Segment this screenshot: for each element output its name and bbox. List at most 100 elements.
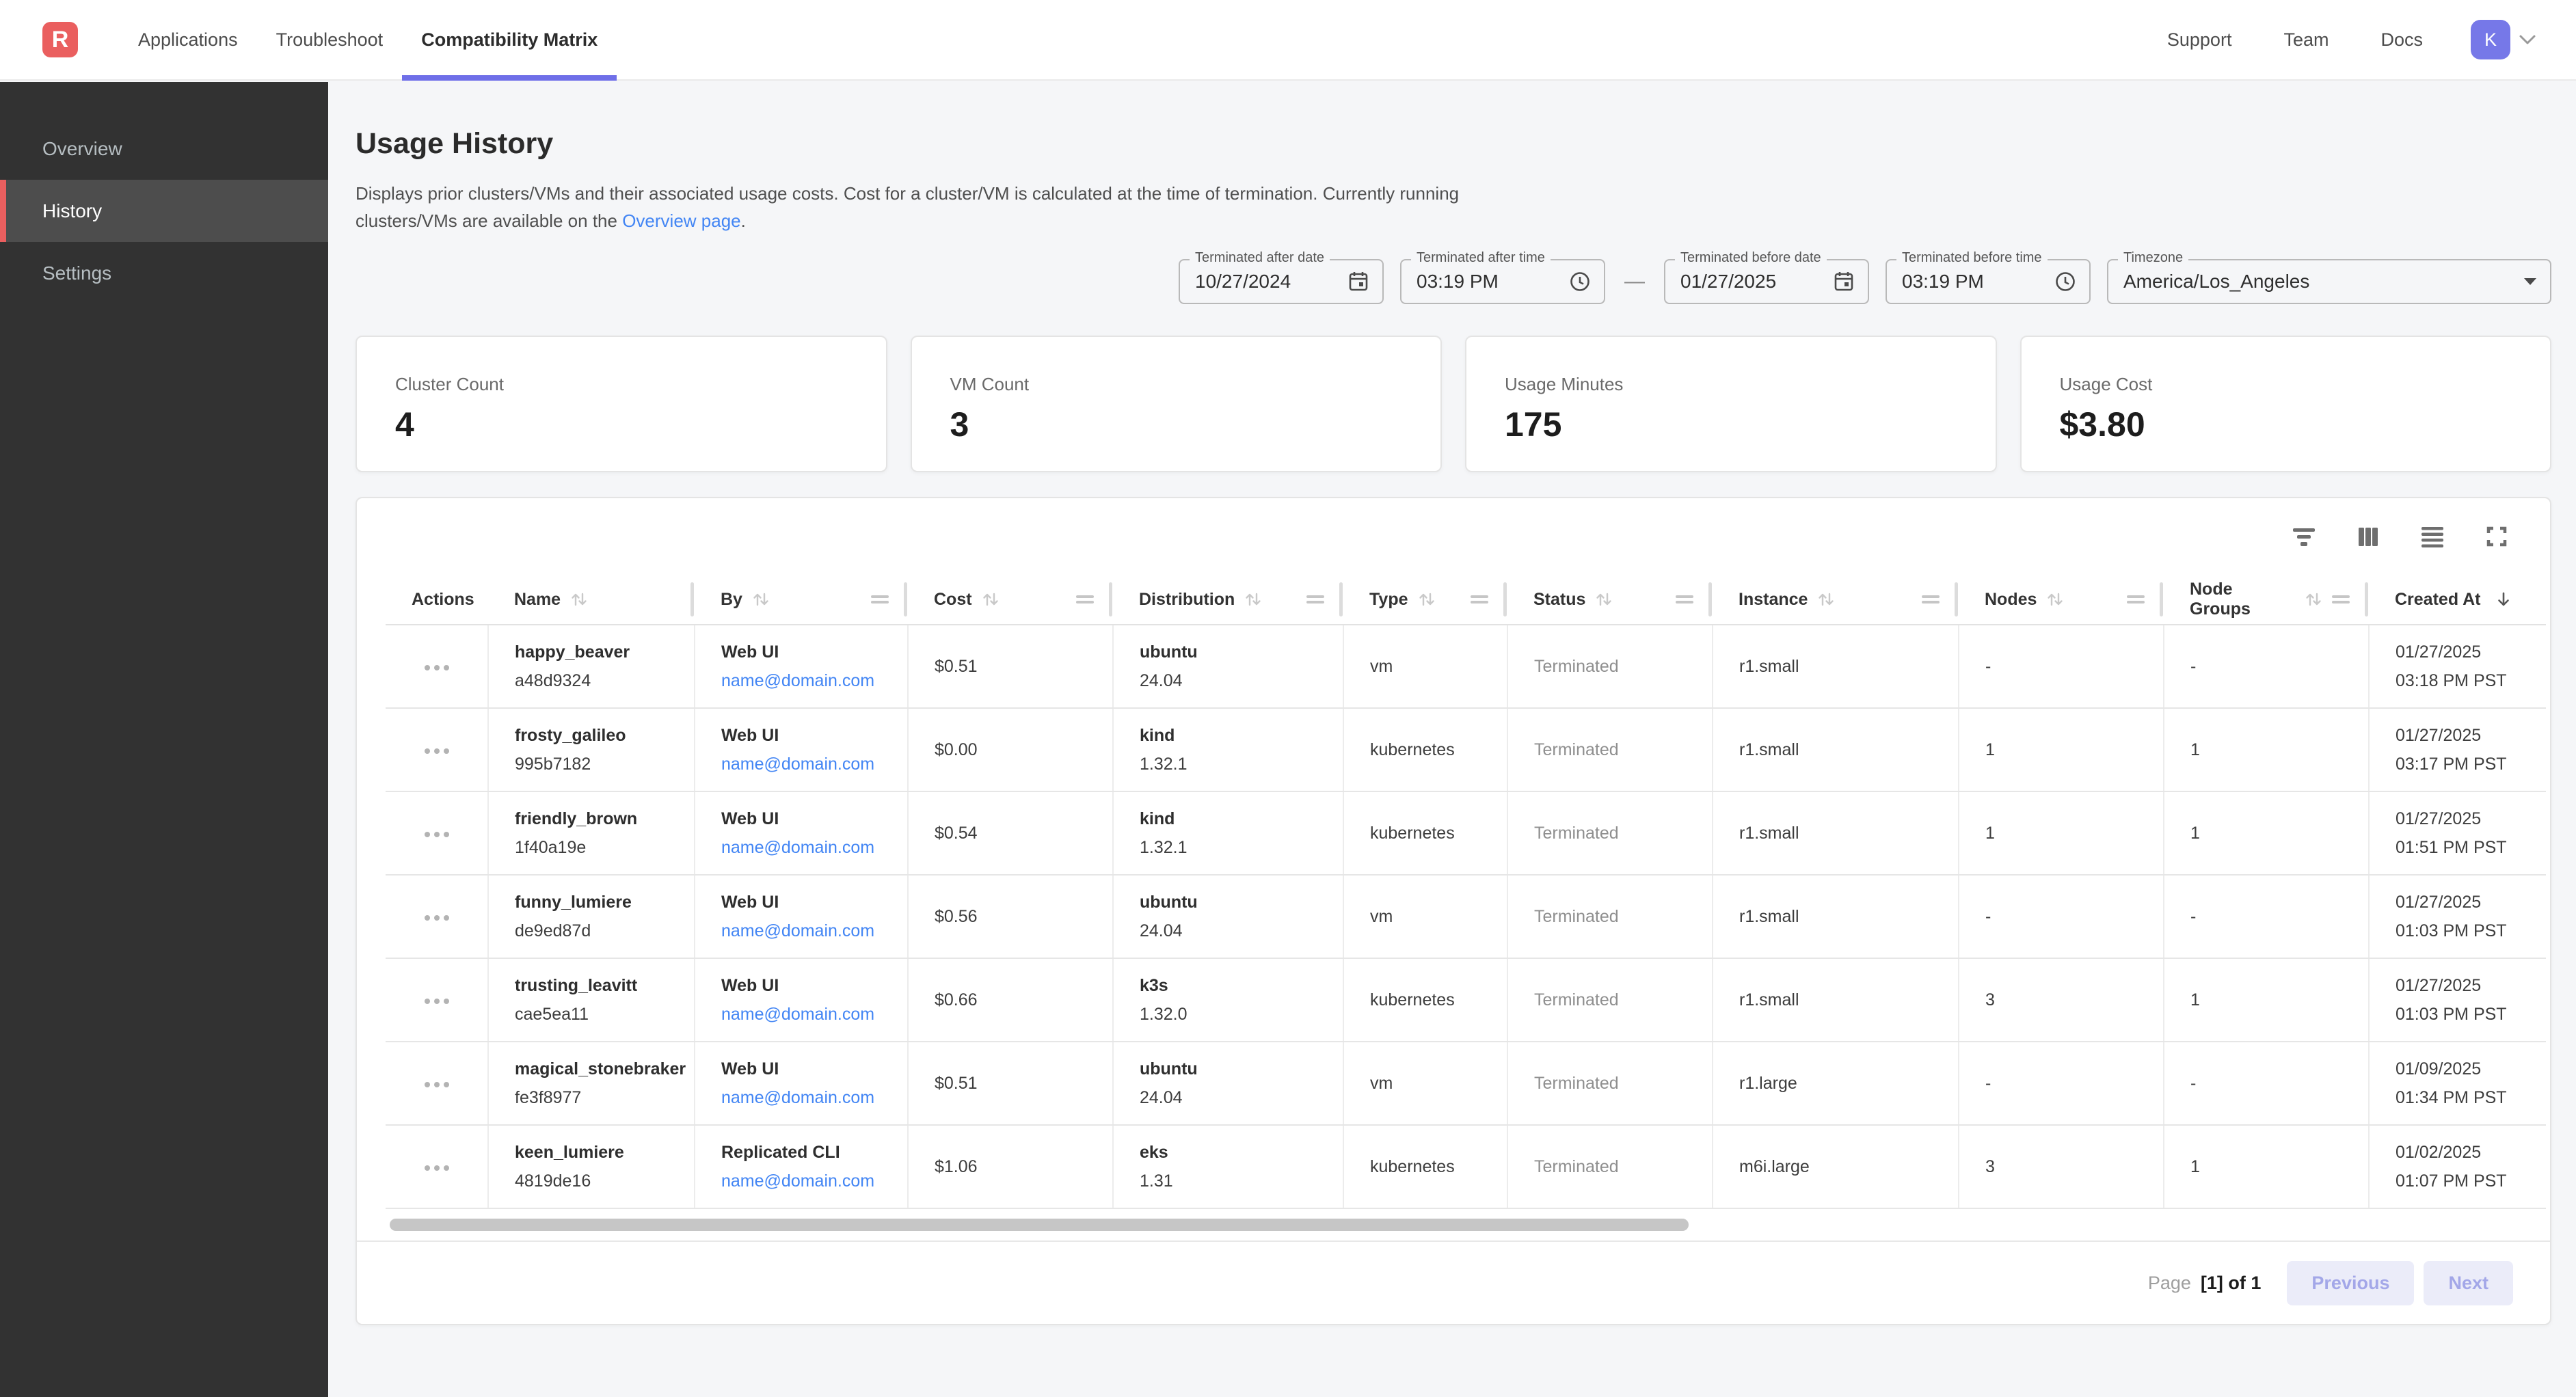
- overview-page-link[interactable]: Overview page: [622, 211, 740, 231]
- column-resize-handle[interactable]: [1109, 582, 1112, 616]
- row-actions-button[interactable]: [418, 992, 456, 1011]
- created-by-email-link[interactable]: name@domain.com: [721, 671, 874, 690]
- table-row: keen_lumiere4819de16 Replicated CLIname@…: [386, 1125, 2546, 1208]
- column-header-node-groups[interactable]: Node Groups: [2164, 575, 2369, 624]
- nav-item-docs[interactable]: Docs: [2363, 29, 2441, 51]
- sidebar-item-overview[interactable]: Overview: [0, 118, 328, 180]
- column-drag-handle-icon[interactable]: [1471, 595, 1488, 604]
- account-menu-button[interactable]: K: [2471, 20, 2536, 59]
- sort-icon[interactable]: [2303, 589, 2324, 610]
- column-resize-handle[interactable]: [1339, 582, 1343, 616]
- terminated-after-time-field[interactable]: Terminated after time 03:19 PM: [1400, 259, 1605, 304]
- created-time: 01:03 PM PST: [2396, 917, 2534, 945]
- sort-descending-icon[interactable]: [2493, 589, 2514, 610]
- timezone-select[interactable]: Timezone America/Los_Angeles: [2107, 259, 2551, 304]
- row-actions-button[interactable]: [418, 825, 456, 844]
- created-time: 01:07 PM PST: [2396, 1167, 2534, 1195]
- column-resize-handle[interactable]: [2160, 582, 2163, 616]
- columns-icon[interactable]: [2353, 521, 2383, 552]
- stat-card-vm-count: VM Count 3: [911, 336, 1443, 472]
- created-by-email-link[interactable]: name@domain.com: [721, 1088, 874, 1107]
- nav-item-support[interactable]: Support: [2149, 29, 2250, 51]
- stat-value: 175: [1505, 405, 1996, 444]
- column-header-name[interactable]: Name: [488, 575, 695, 624]
- created-date: 01/09/2025: [2396, 1055, 2534, 1083]
- stat-value: 3: [950, 405, 1441, 444]
- column-drag-handle-icon[interactable]: [2127, 595, 2145, 604]
- column-label: Nodes: [1985, 590, 2037, 610]
- primary-nav: Applications Troubleshoot Compatibility …: [119, 0, 617, 79]
- sort-icon[interactable]: [2045, 589, 2065, 610]
- type-cell: vm: [1343, 1042, 1507, 1125]
- calendar-icon[interactable]: [1347, 270, 1370, 293]
- node-groups-cell: 1: [2164, 958, 2369, 1042]
- created-time: 03:18 PM PST: [2396, 666, 2534, 695]
- row-actions-button[interactable]: [418, 908, 456, 927]
- column-header-distribution[interactable]: Distribution: [1113, 575, 1343, 624]
- row-actions-button[interactable]: [418, 742, 456, 761]
- created-by-email-link[interactable]: name@domain.com: [721, 1005, 874, 1024]
- created-by-email-link[interactable]: name@domain.com: [721, 755, 874, 774]
- filter-icon[interactable]: [2289, 521, 2319, 552]
- sidebar-item-settings[interactable]: Settings: [0, 242, 328, 304]
- cost-cell: $0.51: [908, 625, 1113, 708]
- sort-icon[interactable]: [751, 589, 771, 610]
- terminated-after-date-field[interactable]: Terminated after date 10/27/2024: [1179, 259, 1384, 304]
- column-header-cost[interactable]: Cost: [908, 575, 1113, 624]
- sort-icon[interactable]: [1816, 589, 1836, 610]
- column-drag-handle-icon[interactable]: [871, 595, 889, 604]
- nav-item-team[interactable]: Team: [2266, 29, 2346, 51]
- fullscreen-icon[interactable]: [2482, 521, 2512, 552]
- calendar-icon[interactable]: [1832, 270, 1855, 293]
- row-actions-button[interactable]: [418, 1075, 456, 1094]
- horizontal-scrollbar-thumb[interactable]: [390, 1219, 1689, 1231]
- column-drag-handle-icon[interactable]: [1076, 595, 1094, 604]
- column-header-type[interactable]: Type: [1343, 575, 1507, 624]
- cluster-name: magical_stonebraker: [515, 1055, 682, 1083]
- created-time: 01:51 PM PST: [2396, 833, 2534, 862]
- sort-icon[interactable]: [1417, 589, 1437, 610]
- column-resize-handle[interactable]: [1955, 582, 1958, 616]
- column-resize-handle[interactable]: [1503, 582, 1507, 616]
- created-by-email-link[interactable]: name@domain.com: [721, 838, 874, 857]
- sort-icon[interactable]: [569, 589, 589, 610]
- instance-cell: r1.small: [1713, 791, 1959, 875]
- column-drag-handle-icon[interactable]: [1922, 595, 1940, 604]
- column-header-nodes[interactable]: Nodes: [1959, 575, 2164, 624]
- column-header-status[interactable]: Status: [1507, 575, 1713, 624]
- column-header-by[interactable]: By: [695, 575, 908, 624]
- previous-page-button[interactable]: Previous: [2287, 1261, 2414, 1305]
- column-header-instance[interactable]: Instance: [1713, 575, 1959, 624]
- nav-item-troubleshoot[interactable]: Troubleshoot: [257, 0, 403, 79]
- nav-item-applications[interactable]: Applications: [119, 0, 257, 79]
- terminated-before-time-label: Terminated before time: [1896, 250, 2048, 266]
- created-by-email-link[interactable]: name@domain.com: [721, 1171, 874, 1191]
- column-label: Cost: [934, 590, 972, 610]
- clock-icon[interactable]: [2054, 270, 2077, 293]
- column-resize-handle[interactable]: [904, 582, 907, 616]
- sidebar-item-history[interactable]: History: [0, 180, 328, 242]
- column-resize-handle[interactable]: [690, 582, 694, 616]
- row-actions-button[interactable]: [418, 658, 456, 677]
- stat-card-usage-minutes: Usage Minutes 175: [1465, 336, 1997, 472]
- column-header-created-at[interactable]: Created At: [2369, 575, 2546, 624]
- density-icon[interactable]: [2417, 521, 2447, 552]
- clock-icon[interactable]: [1568, 270, 1592, 293]
- nav-item-compatibility-matrix[interactable]: Compatibility Matrix: [402, 0, 617, 79]
- row-actions-button[interactable]: [418, 1158, 456, 1178]
- terminated-before-time-field[interactable]: Terminated before time 03:19 PM: [1886, 259, 2091, 304]
- next-page-button[interactable]: Next: [2424, 1261, 2513, 1305]
- created-by-email-link[interactable]: name@domain.com: [721, 921, 874, 940]
- terminated-before-date-field[interactable]: Terminated before date 01/27/2025: [1664, 259, 1869, 304]
- column-resize-handle[interactable]: [2365, 582, 2368, 616]
- column-drag-handle-icon[interactable]: [2332, 595, 2350, 604]
- sort-icon[interactable]: [980, 589, 1001, 610]
- column-drag-handle-icon[interactable]: [1676, 595, 1693, 604]
- column-resize-handle[interactable]: [1708, 582, 1712, 616]
- sort-icon[interactable]: [1243, 589, 1263, 610]
- page-description-line1: Displays prior clusters/VMs and their as…: [355, 183, 1459, 204]
- node-groups-cell: 1: [2164, 1125, 2369, 1208]
- replicated-logo[interactable]: R: [42, 22, 78, 57]
- column-drag-handle-icon[interactable]: [1306, 595, 1324, 604]
- sort-icon[interactable]: [1594, 589, 1614, 610]
